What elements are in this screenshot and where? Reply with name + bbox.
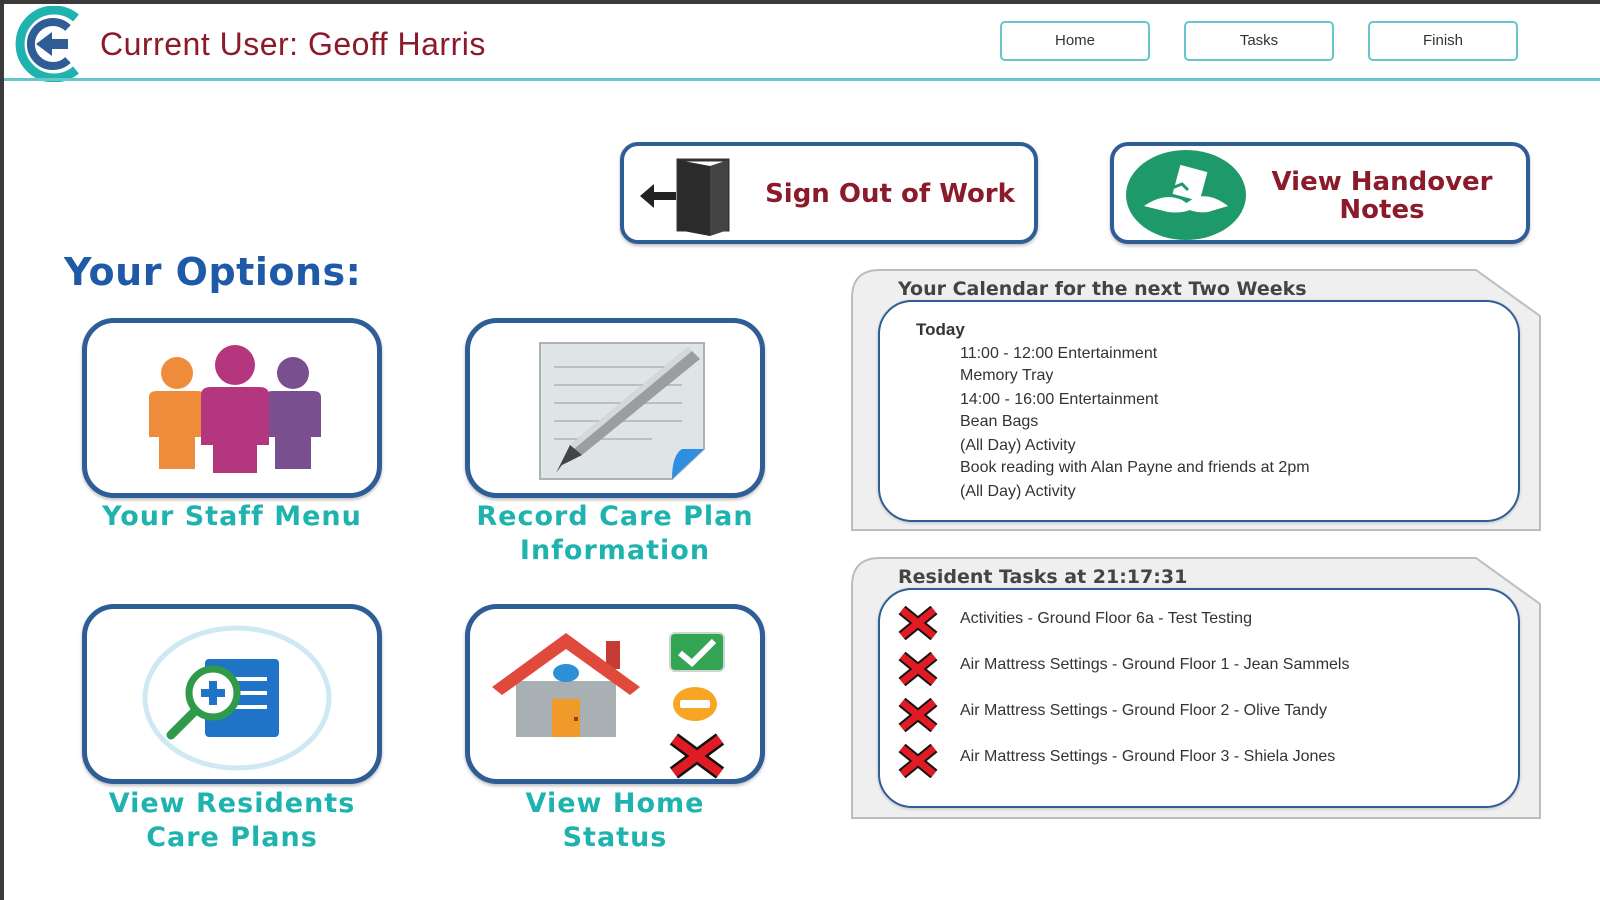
task-row[interactable]: Activities - Ground Floor 6a - Test Test…	[880, 602, 1520, 642]
record-care-plan-label-line1[interactable]: Record Care Plan	[445, 500, 785, 534]
finish-button[interactable]: Finish	[1368, 21, 1518, 61]
tasks-button[interactable]: Tasks	[1184, 21, 1334, 61]
header-bar: Current User: Geoff Harris Home Tasks Fi…	[4, 4, 1600, 82]
record-care-plan-tile[interactable]	[465, 318, 765, 498]
calendar-title: Your Calendar for the next Two Weeks	[898, 278, 1307, 300]
calendar-entry: (All Day) Activity	[960, 437, 1076, 454]
home-button[interactable]: Home	[1000, 21, 1150, 61]
people-group-icon	[149, 345, 321, 473]
record-care-plan-label-line2[interactable]: Information	[445, 534, 785, 568]
task-row[interactable]: Air Mattress Settings - Ground Floor 3 -…	[880, 740, 1520, 780]
resident-search-icon	[142, 625, 332, 771]
window-frame-left	[0, 0, 4, 900]
calendar-entry: 14:00 - 16:00 Entertainment	[960, 391, 1159, 408]
header-divider	[4, 78, 1600, 81]
document-pen-icon	[539, 342, 705, 480]
red-x-icon	[898, 652, 938, 686]
task-text: Air Mattress Settings - Ground Floor 3 -…	[960, 748, 1336, 765]
calendar-day-label: Today	[916, 320, 965, 339]
sign-out-button[interactable]: Sign Out of Work	[620, 142, 1038, 244]
resident-tasks-title: Resident Tasks at 21:17:31	[898, 566, 1188, 588]
sign-out-label: Sign Out of Work	[765, 179, 1015, 209]
green-check-icon	[669, 632, 725, 672]
view-residents-care-plans-tile[interactable]	[82, 604, 382, 784]
view-residents-label-line1[interactable]: View Residents	[62, 787, 402, 821]
view-home-label-line2[interactable]: Status	[445, 821, 785, 855]
exit-door-icon	[640, 158, 730, 236]
handover-icon	[1126, 150, 1246, 240]
staff-menu-label[interactable]: Your Staff Menu	[62, 500, 402, 534]
calendar-entry: Memory Tray	[960, 367, 1054, 384]
minus-status-icon	[673, 687, 717, 721]
options-heading: Your Options:	[64, 250, 362, 294]
view-home-status-tile[interactable]	[465, 604, 765, 784]
task-row[interactable]: Air Mattress Settings - Ground Floor 2 -…	[880, 694, 1520, 734]
staff-menu-tile[interactable]	[82, 318, 382, 498]
calendar-panel: Today 11:00 - 12:00 Entertainment Memory…	[878, 300, 1520, 522]
app-logo-icon	[15, 6, 79, 82]
current-user-label: Current User: Geoff Harris	[100, 26, 486, 62]
red-x-icon	[898, 698, 938, 732]
handover-label-line2: Notes	[1339, 195, 1425, 225]
handover-label-line1: View Handover	[1271, 167, 1493, 197]
red-x-icon	[669, 733, 725, 779]
task-text: Air Mattress Settings - Ground Floor 2 -…	[960, 702, 1327, 719]
view-residents-label-line2[interactable]: Care Plans	[62, 821, 402, 855]
view-handover-notes-button[interactable]: View Handover Notes	[1110, 142, 1530, 244]
resident-tasks-panel: Activities - Ground Floor 6a - Test Test…	[878, 588, 1520, 808]
red-x-icon	[898, 606, 938, 640]
red-x-icon	[898, 744, 938, 778]
task-row[interactable]: Air Mattress Settings - Ground Floor 1 -…	[880, 648, 1520, 688]
house-icon	[492, 633, 640, 737]
view-home-label-line1[interactable]: View Home	[445, 787, 785, 821]
calendar-entry: (All Day) Activity	[960, 483, 1076, 500]
calendar-entry: Book reading with Alan Payne and friends…	[960, 459, 1310, 476]
task-text: Activities - Ground Floor 6a - Test Test…	[960, 610, 1252, 627]
calendar-entry: Bean Bags	[960, 413, 1039, 430]
calendar-entry: 11:00 - 12:00 Entertainment	[960, 345, 1158, 362]
task-text: Air Mattress Settings - Ground Floor 1 -…	[960, 656, 1350, 673]
